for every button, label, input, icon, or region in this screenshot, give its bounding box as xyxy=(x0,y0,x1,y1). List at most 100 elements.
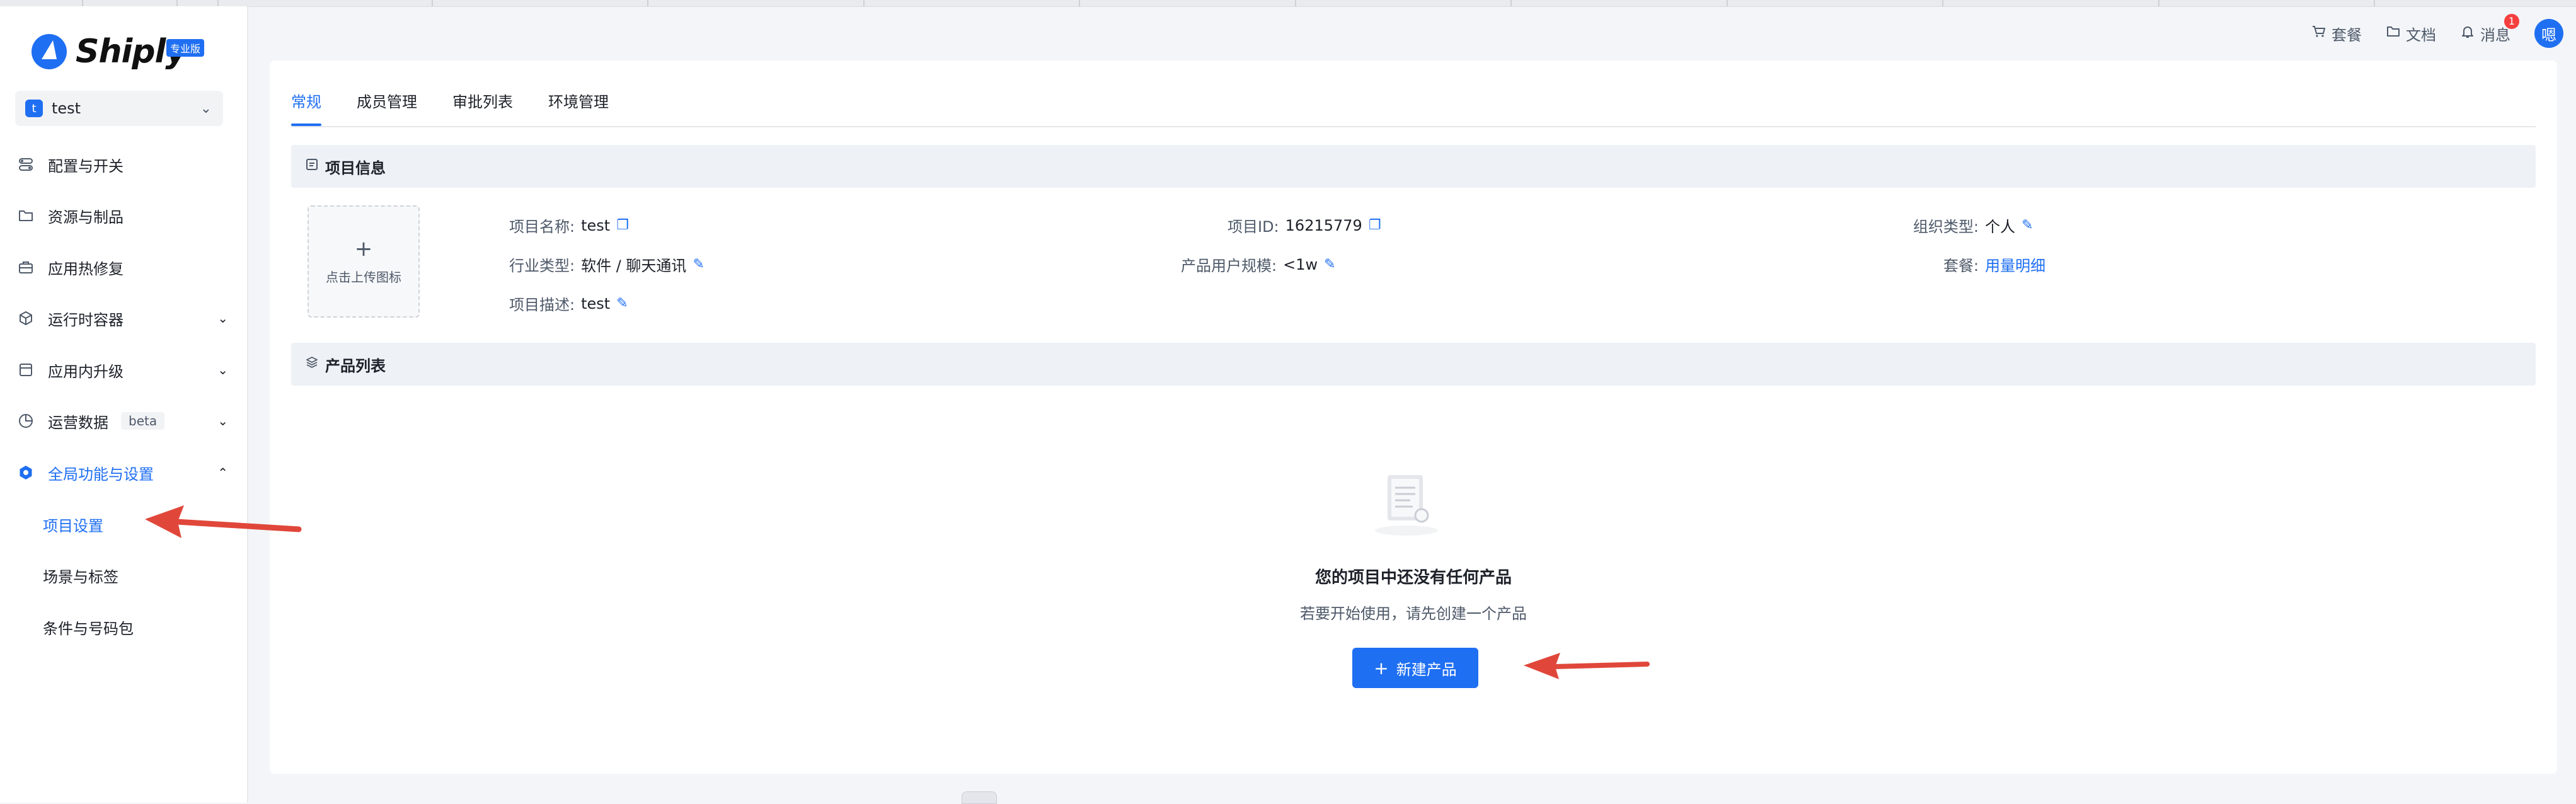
docs-link[interactable]: 文档 xyxy=(2386,23,2436,45)
section-title: 项目信息 xyxy=(325,159,386,177)
toolbox-icon xyxy=(18,259,34,275)
org-type-field: 组织类型: 个人 ✎ xyxy=(1913,214,2033,236)
field-key: 项目ID: xyxy=(1228,218,1279,236)
plan-link[interactable]: 套餐 xyxy=(2311,23,2362,45)
sidebar-item-label: 全局功能与设置 xyxy=(48,465,154,483)
field-value: 16215779 xyxy=(1285,216,1362,234)
chevron-down-icon: ⌄ xyxy=(200,100,212,117)
annotation-arrow-icon xyxy=(1524,653,1650,679)
sidebar-item-hotfix[interactable]: 应用热修复 xyxy=(0,245,247,289)
chevron-down-icon: ⌄ xyxy=(217,311,228,326)
project-id-field: 项目ID: 16215779 ❐ xyxy=(1228,214,1381,236)
project-info-header: 项目信息 xyxy=(291,145,2536,188)
folder-icon xyxy=(2386,24,2401,43)
sidebar-item-label: 配置与开关 xyxy=(48,157,124,175)
cube-icon xyxy=(18,310,34,326)
plan-label: 套餐 xyxy=(2332,26,2362,44)
chevron-down-icon: ⌄ xyxy=(217,413,228,428)
sidebar-item-label: 运营数据 xyxy=(48,413,108,432)
package-icon xyxy=(18,362,34,378)
project-avatar: t xyxy=(25,100,43,117)
folder-icon xyxy=(18,207,34,224)
field-value: 软件 / 聊天通讯 xyxy=(581,257,687,275)
field-key: 项目描述: xyxy=(509,296,575,314)
beta-badge: beta xyxy=(121,412,165,430)
plan-field: 套餐: 用量明细 xyxy=(1943,253,2045,275)
plus-icon: + xyxy=(354,236,373,261)
field-key: 套餐: xyxy=(1943,257,1979,275)
empty-state-subtitle: 若要开始使用，请先创建一个产品 xyxy=(1300,605,1527,623)
section-title: 产品列表 xyxy=(325,357,386,375)
sidebar-subitem-project-settings[interactable]: 项目设置 xyxy=(43,508,103,540)
sidebar-item-runtime-container[interactable]: 运行时容器 ⌄ xyxy=(0,296,247,340)
edit-icon[interactable]: ✎ xyxy=(1324,256,1335,272)
bell-icon xyxy=(2460,24,2475,43)
user-avatar[interactable]: 嗯 xyxy=(2534,19,2563,48)
project-name-field: 项目名称: test ❐ xyxy=(509,214,629,236)
empty-state-title: 您的项目中还没有任何产品 xyxy=(1314,568,1512,587)
product-list-header: 产品列表 xyxy=(291,343,2536,386)
tab-bar: 常规 成员管理 审批列表 环境管理 xyxy=(291,89,644,126)
project-selector[interactable]: t test ⌄ xyxy=(15,91,223,126)
tab-approvals[interactable]: 审批列表 xyxy=(452,89,513,126)
plus-icon: + xyxy=(1374,657,1389,679)
tab-environments[interactable]: 环境管理 xyxy=(548,89,609,126)
chevron-up-icon: ⌃ xyxy=(217,465,228,480)
industry-field: 行业类型: 软件 / 聊天通讯 ✎ xyxy=(509,253,704,275)
sidebar-item-operations-data[interactable]: 运营数据 beta ⌄ xyxy=(0,399,247,443)
sailboat-logo-icon xyxy=(32,34,67,69)
messages-count-badge: 1 xyxy=(2504,13,2519,29)
browser-tab-strip xyxy=(0,0,2576,7)
chevron-down-icon: ⌄ xyxy=(217,362,228,377)
bottom-drawer-handle[interactable] xyxy=(962,791,997,804)
sidebar-item-global-settings[interactable]: 全局功能与设置 ⌃ xyxy=(0,451,247,495)
field-value: test xyxy=(581,294,611,313)
toggle-icon xyxy=(18,156,34,173)
document-icon xyxy=(305,158,319,175)
pie-chart-icon xyxy=(18,413,34,429)
tab-members[interactable]: 成员管理 xyxy=(357,89,417,126)
edit-icon[interactable]: ✎ xyxy=(693,256,704,272)
edit-icon[interactable]: ✎ xyxy=(2021,217,2033,233)
settings-icon xyxy=(18,464,34,481)
sidebar-item-in-app-upgrade[interactable]: 应用内升级 ⌄ xyxy=(0,348,247,392)
usage-detail-link[interactable]: 用量明细 xyxy=(1985,253,2045,275)
sidebar: Shiply 专业版 t test ⌄ 配置与开关 资源与制品 应用热修复 运行… xyxy=(0,6,248,803)
main-card: 常规 成员管理 审批列表 环境管理 项目信息 + 点击上传图标 项目名称: te… xyxy=(270,60,2557,774)
edition-badge: 专业版 xyxy=(166,39,205,57)
field-value: test xyxy=(581,216,611,234)
field-key: 组织类型: xyxy=(1913,218,1979,236)
tab-general[interactable]: 常规 xyxy=(291,89,321,126)
sidebar-subitem-scenes-tags[interactable]: 场景与标签 xyxy=(43,560,118,591)
messages-link[interactable]: 消息 1 xyxy=(2460,13,2519,45)
tab-divider xyxy=(291,126,2536,127)
field-key: 行业类型: xyxy=(509,257,575,275)
copy-icon[interactable]: ❐ xyxy=(616,217,629,233)
empty-box-illustration xyxy=(1375,475,1438,536)
copy-icon[interactable]: ❐ xyxy=(1369,217,1381,233)
sidebar-item-label: 应用内升级 xyxy=(48,362,124,381)
field-key: 项目名称: xyxy=(509,218,575,236)
field-value: 个人 xyxy=(1985,218,2016,236)
sidebar-item-config[interactable]: 配置与开关 xyxy=(0,142,247,187)
sidebar-item-label: 运行时容器 xyxy=(48,311,124,329)
annotation-arrow-icon xyxy=(145,505,302,538)
sidebar-item-resources[interactable]: 资源与制品 xyxy=(0,193,247,238)
field-key: 产品用户规模: xyxy=(1181,257,1277,275)
docs-label: 文档 xyxy=(2406,26,2436,44)
upload-icon-area[interactable]: + 点击上传图标 xyxy=(308,205,420,318)
brand-logo[interactable]: Shiply xyxy=(32,32,187,72)
new-product-label: 新建产品 xyxy=(1396,660,1457,679)
layers-icon xyxy=(305,355,319,373)
sidebar-subitem-conditions-packages[interactable]: 条件与号码包 xyxy=(43,611,134,643)
upload-label: 点击上传图标 xyxy=(326,269,401,285)
description-field: 项目描述: test ✎ xyxy=(509,292,628,314)
project-selector-name: test xyxy=(52,100,81,117)
field-value: <1w xyxy=(1283,255,1318,273)
sidebar-item-label: 资源与制品 xyxy=(48,208,124,226)
top-header: 套餐 文档 消息 1 嗯 xyxy=(2311,13,2563,49)
new-product-button[interactable]: + 新建产品 xyxy=(1352,648,1478,688)
user-scale-field: 产品用户规模: <1w ✎ xyxy=(1181,253,1336,275)
sidebar-item-label: 应用热修复 xyxy=(48,260,124,278)
edit-icon[interactable]: ✎ xyxy=(616,296,628,311)
